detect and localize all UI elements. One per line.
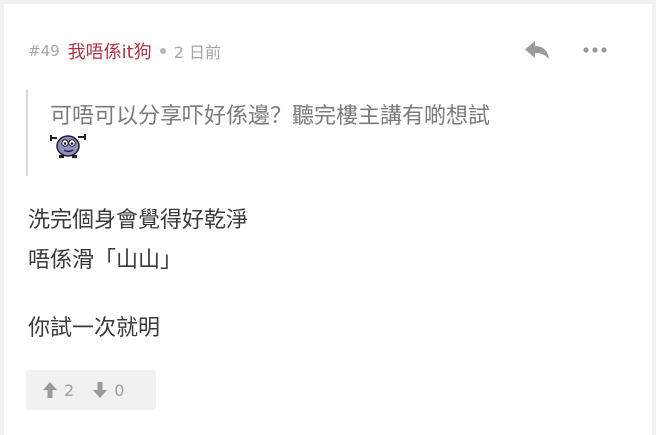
floor-number: #49 — [28, 42, 60, 60]
body-line-3: 你試一次就明 — [28, 316, 161, 341]
arrow-up-icon — [43, 382, 57, 398]
body-line-1: 洗完個身會覺得好乾淨 — [28, 208, 249, 233]
comment-header: #49 我唔係it狗 2 日前 — [28, 38, 221, 64]
downvote-button[interactable]: 0 — [92, 381, 124, 400]
comment-card: #49 我唔係it狗 2 日前 可唔可以分享吓好係邊？聽完樓主講有啲想試 洗完個… — [4, 4, 652, 435]
author-name[interactable]: 我唔係it狗 — [68, 38, 152, 64]
upvote-button[interactable]: 2 — [42, 381, 74, 400]
quote-text: 可唔可以分享吓好係邊？聽完樓主講有啲想試 — [50, 104, 491, 129]
vote-bar: 2 0 — [26, 370, 156, 410]
quoted-reply: 可唔可以分享吓好係邊？聽完樓主講有啲想試 — [26, 90, 618, 176]
post-time: 2 日前 — [173, 43, 221, 62]
arrow-down-icon — [93, 382, 108, 398]
reply-icon — [525, 41, 549, 59]
more-icon — [583, 47, 607, 53]
more-options-button[interactable] — [578, 34, 612, 66]
separator-dot — [159, 48, 166, 54]
downvote-count: 0 — [114, 380, 125, 400]
body-line-2: 唔係滑「山山」 — [28, 248, 183, 273]
sticker-emoji — [50, 134, 86, 158]
upvote-count: 2 — [64, 380, 75, 400]
reply-button[interactable] — [520, 34, 554, 66]
